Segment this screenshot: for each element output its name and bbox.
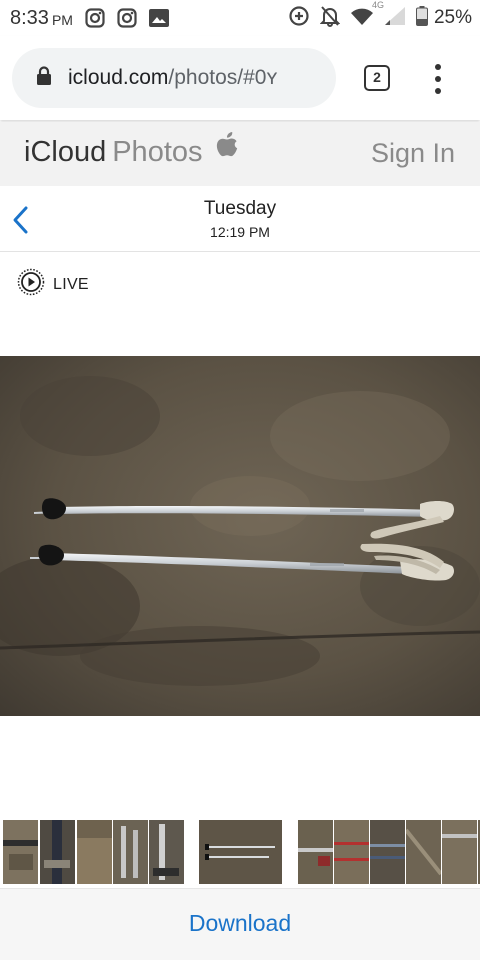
thumbnail[interactable] (77, 820, 112, 884)
more-menu-button[interactable] (428, 64, 448, 94)
brand-photos: Photos (112, 136, 203, 168)
thumbnail[interactable] (149, 820, 184, 884)
thumbnail-selected[interactable] (199, 820, 282, 884)
instagram-icon (85, 8, 105, 28)
browser-toolbar: icloud.com/photos/#0ʏ 2 (0, 36, 480, 120)
brand-icloud: iCloud (24, 136, 107, 168)
brand-title: iCloud Photos (24, 131, 239, 169)
thumbnail[interactable] (442, 820, 477, 884)
live-photo-badge[interactable]: LIVE (17, 268, 89, 301)
download-button[interactable]: Download (0, 910, 480, 937)
tab-switcher-button[interactable]: 2 (364, 65, 390, 91)
thumbnail[interactable] (298, 820, 333, 884)
live-photo-icon (17, 268, 45, 301)
data-saver-icon (288, 5, 310, 32)
address-bar[interactable]: icloud.com/photos/#0ʏ (12, 48, 336, 108)
signal-icon: 4G (372, 0, 406, 31)
instagram-icon (117, 8, 137, 28)
menu-dot (435, 64, 441, 70)
main-photo[interactable] (0, 356, 480, 716)
network-type: 4G (371, 0, 384, 10)
wifi-icon (350, 6, 374, 31)
gallery-icon (148, 9, 169, 27)
url-path: /photos/#0ʏ (168, 66, 278, 89)
thumbnail[interactable] (406, 820, 441, 884)
menu-dot (435, 88, 441, 94)
battery-icon (415, 5, 428, 31)
thumbnail-strip[interactable] (0, 818, 480, 888)
live-label: LIVE (53, 275, 89, 293)
sign-in-link[interactable]: Sign In (371, 138, 455, 169)
status-bar: 8:33 PM 4G 25% (0, 0, 480, 36)
url-text: icloud.com/photos/#0ʏ (68, 66, 277, 90)
icloud-header: iCloud Photos Sign In (0, 122, 480, 186)
apple-logo-icon (215, 131, 239, 168)
lock-icon (36, 65, 52, 91)
photo-day: Tuesday (203, 198, 277, 219)
menu-dot (435, 76, 441, 82)
battery-percent: 25% (433, 7, 472, 28)
thumbnail[interactable] (370, 820, 405, 884)
bottom-toolbar: Download (0, 888, 480, 960)
thumbnail[interactable] (334, 820, 369, 884)
thumbnail[interactable] (3, 820, 38, 884)
thumbnail[interactable] (113, 820, 148, 884)
notifications-off-icon (319, 5, 341, 32)
status-time: 8:33 (10, 6, 49, 29)
url-host: icloud.com (68, 66, 169, 89)
photo-nav-bar: Tuesday 12:19 PM (0, 186, 480, 252)
status-ampm: PM (51, 12, 73, 28)
thumbnail[interactable] (40, 820, 75, 884)
photo-time: 12:19 PM (210, 224, 270, 240)
